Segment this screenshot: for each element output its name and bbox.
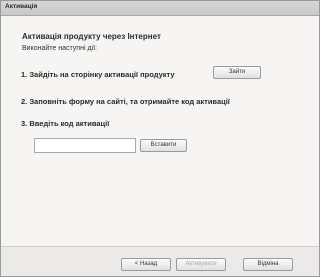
activation-dialog: Активація Активація продукту через Інтер… [0,0,320,277]
activate-button[interactable]: Активувати [176,258,226,271]
paste-button[interactable]: Вставити [140,139,187,152]
step-1-label: 1. Зайдіть на сторінку активації продукт… [21,70,175,79]
go-to-activation-page-button[interactable]: Зайти [213,66,261,79]
window-title: Активація [5,3,38,10]
title-bar[interactable]: Активація [1,1,319,16]
activation-code-input[interactable] [34,138,136,153]
back-button[interactable]: < Назад [121,258,171,271]
cancel-button[interactable]: Відміна [243,258,293,271]
page-heading: Активація продукту через Інтернет [22,32,161,41]
step-2-label: 2. Заповніть форму на сайті, та отримайт… [21,97,230,106]
content-panel: Активація продукту через Інтернет Викона… [1,16,319,246]
instructions-text: Виконайте наступні дії: [22,45,97,52]
step-3-label: 3. Введіть код активації [21,119,110,128]
